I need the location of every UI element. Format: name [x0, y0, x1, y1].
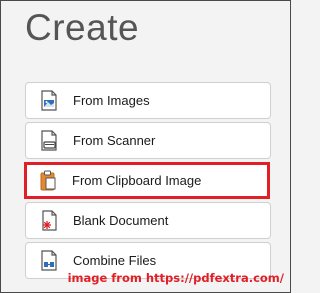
from-clipboard-image-button[interactable]: From Clipboard Image: [24, 162, 270, 199]
from-images-label: From Images: [73, 93, 150, 108]
combine-files-icon: [39, 250, 59, 272]
from-scanner-button[interactable]: From Scanner: [25, 122, 271, 159]
blank-document-icon: [39, 210, 59, 232]
images-file-icon: [39, 90, 59, 112]
page-title: Create: [25, 7, 140, 48]
clipboard-icon: [38, 170, 58, 192]
source-caption: image from https://pdfextra.com/: [67, 271, 284, 285]
from-clipboard-image-label: From Clipboard Image: [72, 173, 202, 188]
from-scanner-label: From Scanner: [73, 133, 156, 148]
from-images-button[interactable]: From Images: [25, 82, 271, 119]
scanner-file-icon: [39, 130, 59, 152]
combine-files-label: Combine Files: [73, 253, 157, 268]
blank-document-label: Blank Document: [73, 213, 169, 228]
create-options-list: From Images From Scanner From Clipboard …: [24, 82, 271, 282]
blank-document-button[interactable]: Blank Document: [25, 202, 271, 239]
